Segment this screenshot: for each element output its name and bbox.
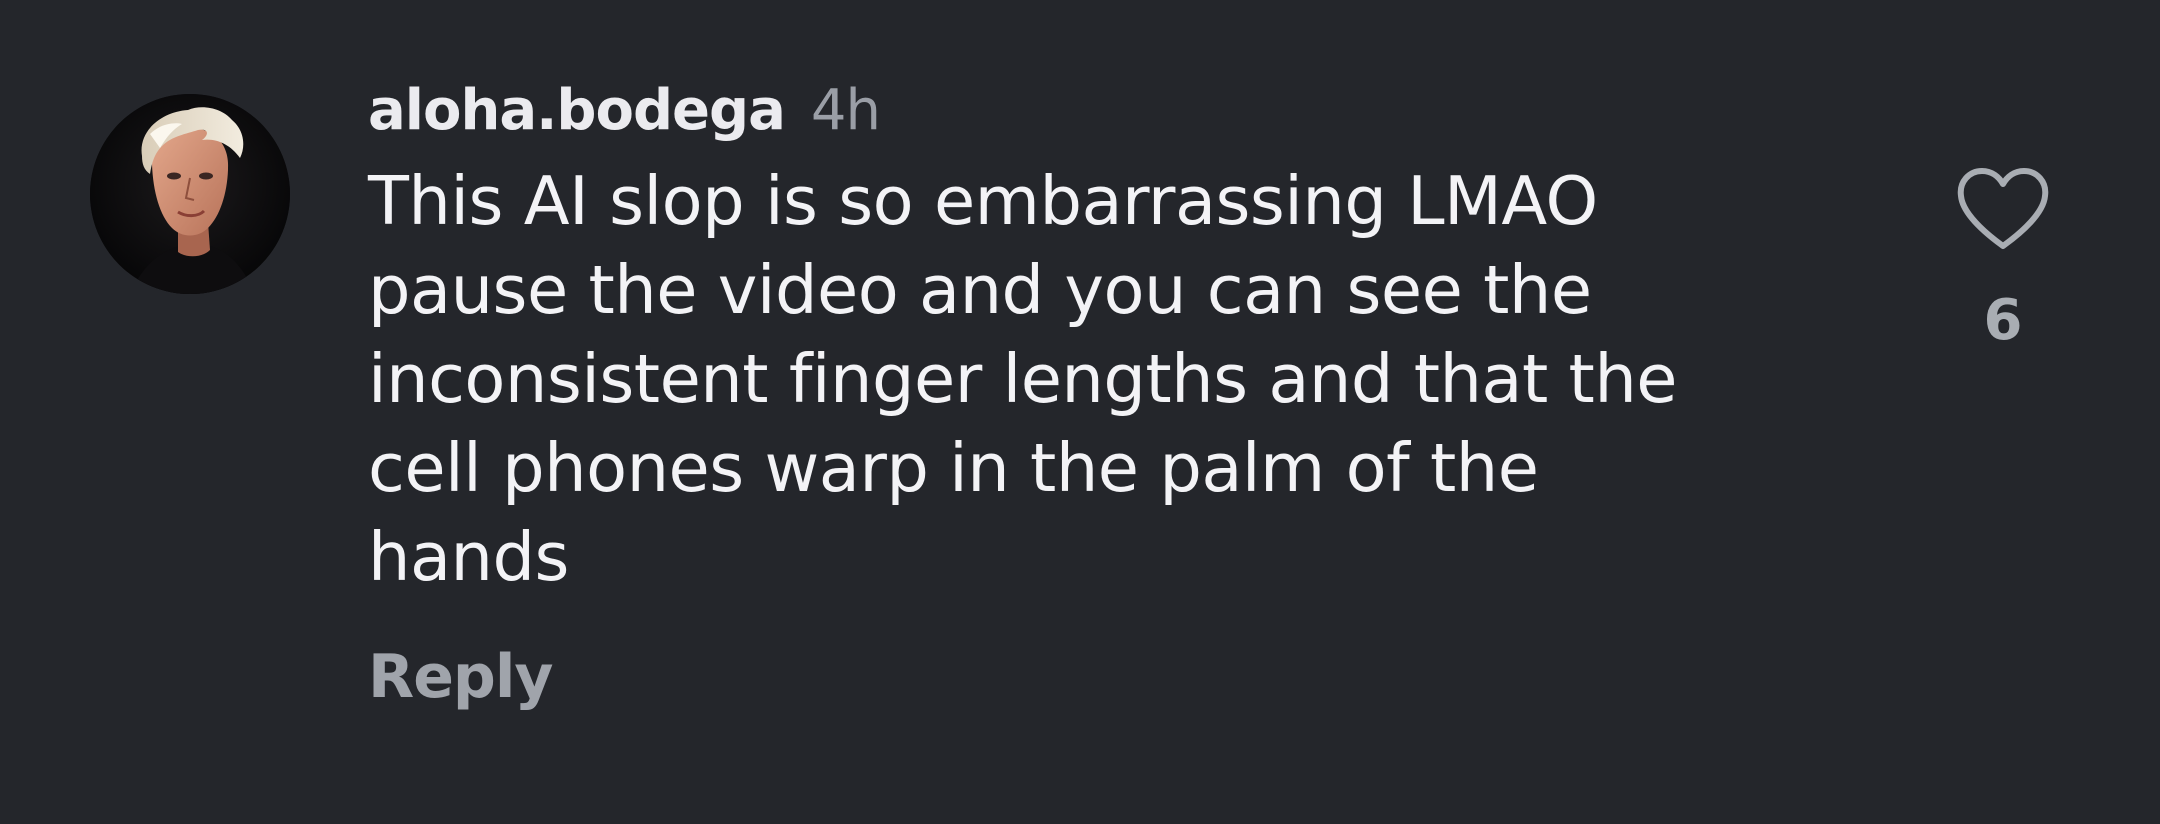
comment-text-line: pause the video and you can see the	[368, 251, 1592, 329]
avatar-photo	[90, 94, 290, 294]
timestamp: 4h	[810, 78, 881, 143]
comment-text-line: inconsistent finger lengths and that the	[368, 340, 1678, 418]
like-control: 6	[1955, 166, 2051, 353]
like-count: 6	[1983, 288, 2023, 353]
username-link[interactable]: aloha.bodega	[368, 78, 786, 143]
comment-text-line: This AI slop is so embarrassing LMAO	[368, 162, 1598, 240]
avatar[interactable]	[90, 94, 290, 294]
comment-text-line: cell phones warp in the palm of the	[368, 429, 1539, 507]
heart-outline-icon[interactable]	[1955, 166, 2051, 252]
comment-meta: aloha.bodega 4h	[368, 78, 1868, 143]
reply-button[interactable]: Reply	[368, 642, 554, 712]
comment-text: This AI slop is so embarrassing LMAO pau…	[368, 157, 1848, 602]
comment-item: aloha.bodega 4h This AI slop is so embar…	[0, 0, 2160, 824]
comment-body: aloha.bodega 4h This AI slop is so embar…	[368, 78, 1868, 712]
comment-text-line: hands	[368, 518, 569, 596]
